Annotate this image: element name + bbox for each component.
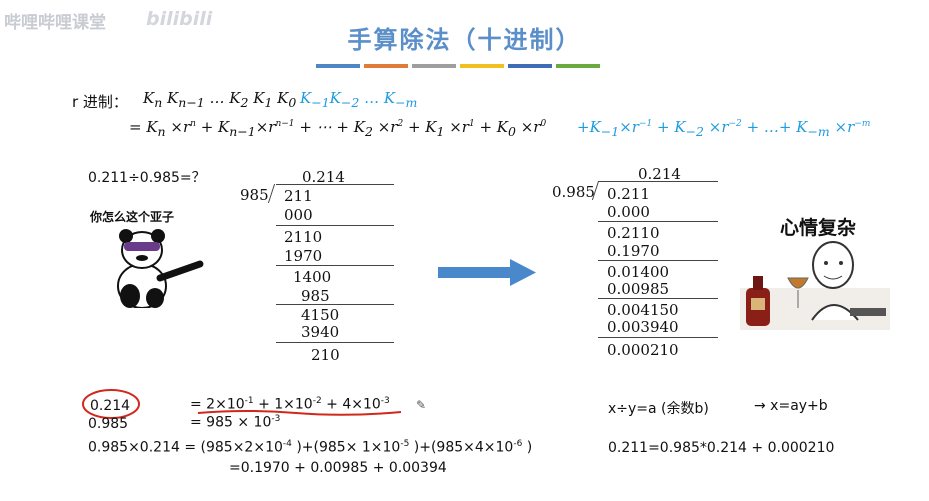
int-div-bracket: [267, 184, 276, 203]
int-div-row-5: 1400: [293, 268, 332, 286]
base-r-digits: Kn Kn−1 … K2 K1 K0: [143, 89, 297, 110]
color-bar: [316, 64, 360, 68]
int-div-row-9: 210: [311, 346, 340, 364]
dec-div-divisor: 0.985: [552, 183, 595, 201]
division-rule: x÷y=a (余数b): [608, 401, 709, 417]
bottom-left-2: 0.985: [88, 416, 129, 432]
int-div-row-6: 985: [301, 287, 330, 305]
base-r-expansion: = Kn ×rn + Kn−1×rn−1 + ⋯ + K2 ×r2 + K1 ×…: [129, 118, 547, 139]
dec-div-row-4: 0.1970: [607, 242, 660, 260]
int-div-rule: [276, 342, 394, 343]
int-div-divisor: 985: [240, 186, 269, 204]
meme-left-caption: 你怎么这个亚子: [90, 210, 175, 224]
brandy-meme-image: [740, 241, 890, 330]
dec-div-row-3: 0.2110: [607, 224, 660, 242]
int-div-rule: [276, 265, 394, 266]
division-question: 0.211÷0.985=？: [88, 170, 206, 186]
slide-title: 手算除法（十进制）: [347, 26, 582, 54]
bottom-circled-value: 0.214: [90, 398, 131, 414]
color-bar: [508, 64, 552, 68]
int-div-rule: [276, 225, 394, 226]
dec-div-row-7: 0.004150: [607, 301, 679, 319]
dec-div-row-5: 0.01400: [607, 263, 670, 281]
base-r-frac-digits: K−1K−2 … K−m: [300, 89, 418, 110]
panda-meme-image: [117, 229, 204, 308]
int-div-rule: [276, 304, 394, 305]
bottom-eq-2: = 985 × 10-3: [190, 414, 281, 431]
base-r-expansion-frac: +K−1×r−1 + K−2 ×r−2 + …+ K−m ×r−m: [577, 118, 871, 139]
bottom-product-sum: =0.1970 + 0.00985 + 0.00394: [229, 460, 447, 476]
pencil-icon: ✎: [416, 398, 427, 412]
dec-div-row-8: 0.003940: [607, 318, 679, 336]
color-bar: [412, 64, 456, 68]
base-r-label: r 进制：: [72, 93, 128, 111]
dec-div-row-6: 0.00985: [607, 280, 670, 298]
color-bar: [364, 64, 408, 68]
dec-div-row-2: 0.000: [607, 203, 650, 221]
dec-div-rule: [598, 298, 718, 299]
division-check: 0.211=0.985*0.214 + 0.000210: [608, 440, 835, 456]
int-div-row-7: 4150: [301, 306, 340, 324]
dec-div-row-1: 0.211: [607, 185, 650, 203]
int-div-bar: [276, 184, 394, 185]
dec-div-bar: [598, 181, 718, 182]
color-bar: [556, 64, 600, 68]
int-div-row-8: 3940: [301, 323, 340, 341]
int-div-row-3: 2110: [284, 228, 323, 246]
dec-div-rule: [598, 337, 718, 338]
color-bar: [460, 64, 504, 68]
bottom-product: 0.985×0.214 = (985×2×10-4 )+(985× 1×10-5…: [88, 439, 533, 456]
int-div-row-2: 000: [284, 206, 313, 224]
int-div-row-4: 1970: [284, 247, 323, 265]
right-arrow-icon: [438, 259, 536, 286]
meme-right-caption: 心情复杂: [780, 217, 857, 239]
dec-div-rule: [598, 260, 718, 261]
dec-div-rule: [598, 221, 718, 222]
int-div-row-1: 211: [284, 187, 313, 205]
division-rule-result: → x=ay+b: [754, 398, 828, 414]
dec-div-row-9: 0.000210: [607, 341, 679, 359]
